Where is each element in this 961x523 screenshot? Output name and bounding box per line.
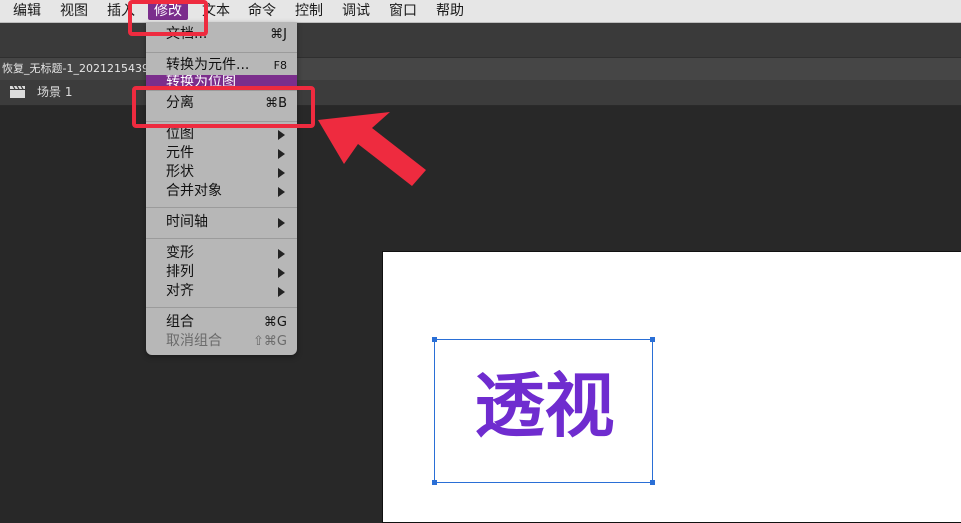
chevron-right-icon [278,249,285,259]
menu-item-timeline[interactable]: 时间轴 [146,213,297,232]
menu-window[interactable]: 窗口 [389,2,417,20]
menu-item-convert-to-symbol[interactable]: 转换为元件... F8 [146,56,297,75]
chevron-right-icon [278,268,285,278]
menu-item-symbol[interactable]: 元件 [146,144,297,163]
chevron-right-icon [278,187,285,197]
selection-handle[interactable] [432,480,437,485]
menu-help[interactable]: 帮助 [436,2,464,20]
highlight-box-break-apart [132,86,315,128]
modify-dropdown-menu: 文档... ⌘J 转换为元件... F8 转换为位图 分离 ⌘B 位图 元件 形… [146,22,297,355]
menu-debug[interactable]: 调试 [342,2,370,20]
chevron-right-icon [278,287,285,297]
menu-item-ungroup: 取消组合 ⇧⌘G [166,333,287,349]
document-tab[interactable]: 恢复_无标题-1_20212154393 [0,58,156,80]
canvas-text[interactable]: 透视 [435,352,654,460]
menu-item-combine-objects[interactable]: 合并对象 [146,182,297,201]
selection-handle[interactable] [650,480,655,485]
chevron-right-icon [278,130,285,140]
menu-separator [146,52,297,53]
chevron-right-icon [278,168,285,178]
menu-item-align[interactable]: 对齐 [146,282,297,301]
menu-edit[interactable]: 编辑 [13,2,41,20]
menu-item-arrange[interactable]: 排列 [146,263,297,282]
chevron-right-icon [278,149,285,159]
chevron-right-icon [278,218,285,228]
document-tab-bar: 恢复_无标题-1_20212154393 [0,57,961,81]
selection-handle[interactable] [650,337,655,342]
menu-view[interactable]: 视图 [60,2,88,20]
arrow-icon [318,112,426,186]
clapperboard-icon[interactable] [10,86,25,98]
menu-item-group[interactable]: 组合 ⌘G [146,313,297,332]
menu-separator [146,207,297,208]
menu-separator [146,238,297,239]
menu-commands[interactable]: 命令 [248,2,276,20]
highlight-box-modify-menu [128,0,208,36]
selected-text-box[interactable]: 透视 [432,337,655,485]
selection-handle[interactable] [432,337,437,342]
scene-label[interactable]: 场景 1 [37,80,72,105]
menu-item-transform[interactable]: 变形 [146,244,297,263]
menu-separator [146,307,297,308]
menu-control[interactable]: 控制 [295,2,323,20]
menu-item-shape[interactable]: 形状 [146,163,297,182]
